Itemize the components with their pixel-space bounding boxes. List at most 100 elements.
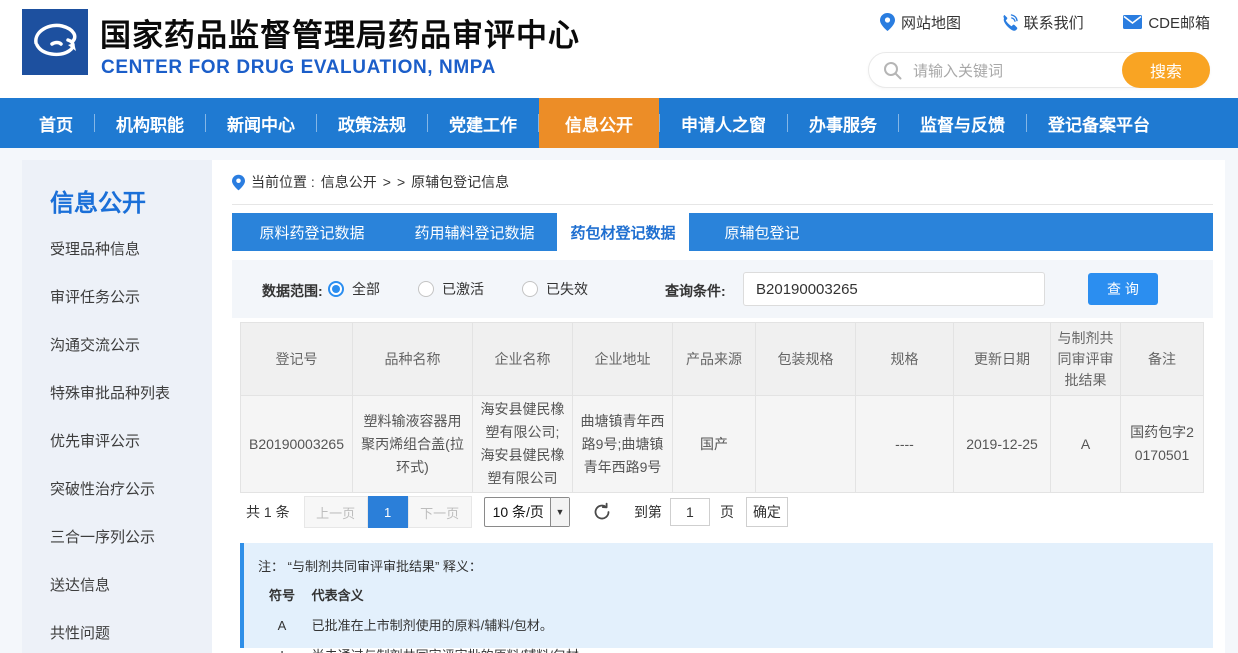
- radio-activated-label: 已激活: [442, 279, 484, 299]
- scope-label: 数据范围:: [262, 281, 323, 301]
- nav-item-registration-platform[interactable]: 登记备案平台: [1027, 98, 1171, 148]
- location-pin-icon: [880, 13, 895, 31]
- nav-item-policies[interactable]: 政策法规: [317, 98, 427, 148]
- page-number-button[interactable]: 1: [368, 496, 408, 528]
- nav-item-home[interactable]: 首页: [18, 98, 94, 148]
- sidebar-list: 受理品种信息 审评任务公示 沟通交流公示 特殊审批品种列表 优先审评公示 突破性…: [22, 226, 212, 653]
- filter-bar: 数据范围: 全部 已激活 已失效 查询条件: 查 询: [232, 260, 1213, 318]
- page-size-select[interactable]: 10 条/页 ▼: [484, 497, 570, 527]
- site-search-input[interactable]: [911, 55, 1105, 87]
- goto-page-input[interactable]: [670, 498, 710, 526]
- radio-expired-label: 已失效: [546, 279, 588, 299]
- sidebar-item-common-issues[interactable]: 共性问题: [22, 610, 212, 653]
- sitemap-label: 网站地图: [901, 12, 961, 33]
- refresh-button[interactable]: [592, 502, 612, 522]
- radio-all-label: 全部: [352, 279, 380, 299]
- mailbox-link[interactable]: CDE邮箱: [1123, 12, 1210, 33]
- col-update-date: 更新日期: [954, 323, 1051, 396]
- registration-table: 登记号 品种名称 企业名称 企业地址 产品来源 包装规格 规格 更新日期 与制剂…: [240, 322, 1204, 493]
- cell-registration-no: B20190003265: [241, 396, 353, 493]
- nav-item-functions[interactable]: 机构职能: [95, 98, 205, 148]
- note-meaning-i: 尚未通过与制剂共同审评审批的原料/辅料/包材。: [312, 648, 592, 653]
- next-page-button[interactable]: 下一页: [408, 496, 472, 528]
- pagination-total: 共 1 条: [246, 502, 290, 522]
- table-row: B20190003265 塑料输液容器用聚丙烯组合盖(拉环式) 海安县健民橡塑有…: [241, 396, 1204, 493]
- col-joint-review-result: 与制剂共同审评审批结果: [1051, 323, 1121, 396]
- note-meaning-a: 已批准在上市制剂使用的原料/辅料/包材。: [312, 618, 553, 633]
- site-subtitle: CENTER FOR DRUG EVALUATION, NMPA: [101, 57, 496, 79]
- site-title: 国家药品监督管理局药品审评中心: [100, 10, 580, 55]
- breadcrumb-prefix: 当前位置 :: [251, 172, 315, 192]
- col-product-origin: 产品来源: [673, 323, 756, 396]
- sidebar: 信息公开 受理品种信息 审评任务公示 沟通交流公示 特殊审批品种列表 优先审评公…: [22, 160, 212, 653]
- nav-item-news[interactable]: 新闻中心: [206, 98, 316, 148]
- tab-apipack-registration[interactable]: 原辅包登记: [689, 213, 835, 251]
- page: 国家药品监督管理局药品审评中心 CENTER FOR DRUG EVALUATI…: [0, 0, 1238, 653]
- cell-product-origin: 国产: [673, 396, 756, 493]
- tab-api-registration[interactable]: 原料药登记数据: [232, 213, 392, 251]
- radio-activated[interactable]: 已激活: [418, 279, 484, 299]
- note-symbol-a: A: [264, 618, 300, 633]
- scope-radio-group: 全部 已激活 已失效: [328, 260, 626, 318]
- tab-packaging-registration[interactable]: 药包材登记数据: [557, 213, 689, 251]
- sidebar-item-special-approval[interactable]: 特殊审批品种列表: [22, 370, 212, 418]
- sidebar-item-communication[interactable]: 沟通交流公示: [22, 322, 212, 370]
- breadcrumb-level1[interactable]: 信息公开: [321, 172, 377, 192]
- note-symbol-i: I: [264, 648, 300, 653]
- radio-expired-circle: [522, 281, 538, 297]
- pagination: 共 1 条 上一页 1 下一页 10 条/页 ▼ 到第 页 确定: [232, 496, 1213, 528]
- col-registration-no: 登记号: [241, 323, 353, 396]
- mailbox-label: CDE邮箱: [1148, 12, 1210, 33]
- radio-all[interactable]: 全部: [328, 279, 380, 299]
- sidebar-item-priority-review[interactable]: 优先审评公示: [22, 418, 212, 466]
- goto-confirm-button[interactable]: 确定: [746, 497, 788, 527]
- radio-all-circle: [328, 281, 344, 297]
- cell-update-date: 2019-12-25: [954, 396, 1051, 493]
- cell-packaging-spec: [756, 396, 856, 493]
- cell-remarks: 国药包字20170501: [1121, 396, 1204, 493]
- radio-expired[interactable]: 已失效: [522, 279, 588, 299]
- sidebar-item-delivery-info[interactable]: 送达信息: [22, 562, 212, 610]
- contact-link[interactable]: 联系我们: [1001, 12, 1084, 33]
- query-button[interactable]: 查 询: [1088, 273, 1158, 305]
- goto-page-unit: 页: [720, 502, 734, 522]
- tab-excipient-registration[interactable]: 药用辅料登记数据: [392, 213, 557, 251]
- nav-item-party[interactable]: 党建工作: [428, 98, 538, 148]
- note-meaning-header: 代表含义: [312, 588, 364, 603]
- nav-item-supervision[interactable]: 监督与反馈: [899, 98, 1026, 148]
- breadcrumb-separator: >: [397, 174, 405, 190]
- goto-page-label: 到第: [634, 502, 662, 522]
- col-spec: 规格: [856, 323, 954, 396]
- query-input[interactable]: [743, 272, 1045, 306]
- site-search-button[interactable]: 搜索: [1122, 52, 1210, 88]
- breadcrumb-divider: [232, 204, 1213, 205]
- page-size-value: 10 条/页: [485, 502, 550, 522]
- sidebar-item-accepted-varieties[interactable]: 受理品种信息: [22, 226, 212, 274]
- main-content: 当前位置 : 信息公开 > > 原辅包登记信息 原料药登记数据 药用辅料登记数据…: [212, 160, 1225, 653]
- breadcrumb: 当前位置 : 信息公开 > > 原辅包登记信息: [232, 172, 509, 192]
- sidebar-item-three-in-one[interactable]: 三合一序列公示: [22, 514, 212, 562]
- legend-note: 注： “与制剂共同审评审批结果” 释义： 符号 代表含义 A 已批准在上市制剂使…: [240, 543, 1213, 648]
- col-packaging-spec: 包装规格: [756, 323, 856, 396]
- note-column-headers: 符号 代表含义: [244, 575, 1213, 604]
- note-title: 注： “与制剂共同审评审批结果” 释义：: [244, 543, 1213, 575]
- nav-item-services[interactable]: 办事服务: [788, 98, 898, 148]
- refresh-icon: [592, 502, 612, 522]
- query-label: 查询条件:: [665, 281, 726, 301]
- site-header: 国家药品监督管理局药品审评中心 CENTER FOR DRUG EVALUATI…: [0, 0, 1238, 98]
- nav-item-info-disclosure[interactable]: 信息公开: [539, 98, 659, 148]
- nav-item-applicant-window[interactable]: 申请人之窗: [660, 98, 787, 148]
- search-icon: [883, 61, 902, 80]
- prev-page-button[interactable]: 上一页: [304, 496, 368, 528]
- table-header-row: 登记号 品种名称 企业名称 企业地址 产品来源 包装规格 规格 更新日期 与制剂…: [241, 323, 1204, 396]
- sitemap-link[interactable]: 网站地图: [880, 12, 961, 33]
- note-symbol-header: 符号: [264, 585, 300, 604]
- header-quick-links: 网站地图 联系我们 CDE邮箱: [880, 10, 1210, 34]
- cell-company-name: 海安县健民橡塑有限公司;海安县健民橡塑有限公司: [473, 396, 573, 493]
- cde-logo-icon: [22, 9, 88, 75]
- sidebar-item-review-tasks[interactable]: 审评任务公示: [22, 274, 212, 322]
- sidebar-item-breakthrough-therapy[interactable]: 突破性治疗公示: [22, 466, 212, 514]
- col-company-address: 企业地址: [573, 323, 673, 396]
- note-row-a: A 已批准在上市制剂使用的原料/辅料/包材。: [244, 604, 1213, 634]
- chevron-down-icon: ▼: [550, 498, 569, 526]
